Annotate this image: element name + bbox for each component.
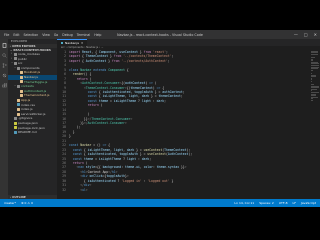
folder-icon xyxy=(14,61,17,65)
search-icon[interactable] xyxy=(0,51,8,59)
cursor-position[interactable]: Ln 14, Col 11 xyxy=(234,201,254,205)
tree-item[interactable]: README.md xyxy=(8,130,57,135)
folder-icon xyxy=(17,84,20,88)
file-icon xyxy=(20,75,23,79)
react-file-icon xyxy=(61,42,63,44)
letterbox-bottom xyxy=(0,207,320,240)
minimap-line xyxy=(311,100,313,101)
file-icon xyxy=(20,94,23,98)
file-icon xyxy=(20,89,23,93)
git-branch[interactable]: master* xyxy=(4,201,16,205)
code-text: } xyxy=(69,134,71,139)
file-icon xyxy=(14,130,17,134)
line-number: 32 xyxy=(62,187,66,192)
letterbox-top xyxy=(0,0,320,30)
indentation[interactable]: Spaces: 2 xyxy=(259,201,274,205)
encoding[interactable]: UTF-8 xyxy=(279,201,288,205)
tab-navbar-js[interactable]: Navbar.js ✕ xyxy=(57,39,88,46)
tree-item-label: README.md xyxy=(18,130,37,135)
code-editor[interactable]: 1 import React, { Component, useContext }… xyxy=(57,50,310,192)
file-icon xyxy=(17,112,20,116)
window-controls: — □ ✕ xyxy=(294,32,317,37)
file-icon xyxy=(20,71,23,75)
file-icon xyxy=(17,107,20,111)
end-of-line[interactable]: LF xyxy=(293,201,296,205)
debug-icon[interactable] xyxy=(0,71,8,79)
explorer-sidebar: EXPLORER › OPEN EDITORS ⌄ REACT-CONTEXT-… xyxy=(8,39,57,199)
editor-tabs: Navbar.js ✕ xyxy=(57,39,320,46)
code-line[interactable]: 32 <ul> xyxy=(57,188,310,192)
folder-icon xyxy=(14,57,17,61)
problems-count[interactable]: ⊗ 0 ⚠ 0 xyxy=(21,201,33,205)
language-mode[interactable]: JavaScript xyxy=(301,201,316,205)
file-icon xyxy=(14,117,17,121)
code-text: import { AuthContext } from '../contexts… xyxy=(69,58,170,63)
file-icon xyxy=(14,121,17,125)
title-bar: File Edit Selection View Go Debug Terminal Help… xyxy=(0,30,320,39)
editor-area: Navbar.js ✕ src › components › Navbar.js… xyxy=(57,39,320,199)
files-icon[interactable] xyxy=(0,41,8,49)
folder-icon xyxy=(14,52,17,56)
code-text: return ( xyxy=(87,103,103,108)
code-text: <ul> xyxy=(80,187,88,192)
file-icon xyxy=(14,126,17,130)
minimap-line xyxy=(311,53,318,55)
maximize-button[interactable]: □ xyxy=(304,32,308,37)
folder-icon xyxy=(17,66,20,70)
minimize-button[interactable]: — xyxy=(294,32,298,37)
file-icon xyxy=(20,80,23,84)
close-window-button[interactable]: ✕ xyxy=(314,32,317,37)
window-title: Navbar.js - react-context-hooks - Visual… xyxy=(117,32,203,37)
extensions-icon[interactable] xyxy=(0,81,8,89)
minimap[interactable] xyxy=(310,50,320,199)
minimap-line xyxy=(311,69,314,71)
source-control-icon[interactable] xyxy=(0,61,8,69)
activity-bar xyxy=(0,39,8,199)
file-tree: › node_modules › public ⌄ src ⌄ components BookL… xyxy=(8,52,57,135)
file-icon xyxy=(17,98,20,102)
file-icon xyxy=(17,103,20,107)
status-bar: master* ⊗ 0 ⚠ 0 Ln 14, Col 11 Spaces: 2 … xyxy=(0,199,320,207)
